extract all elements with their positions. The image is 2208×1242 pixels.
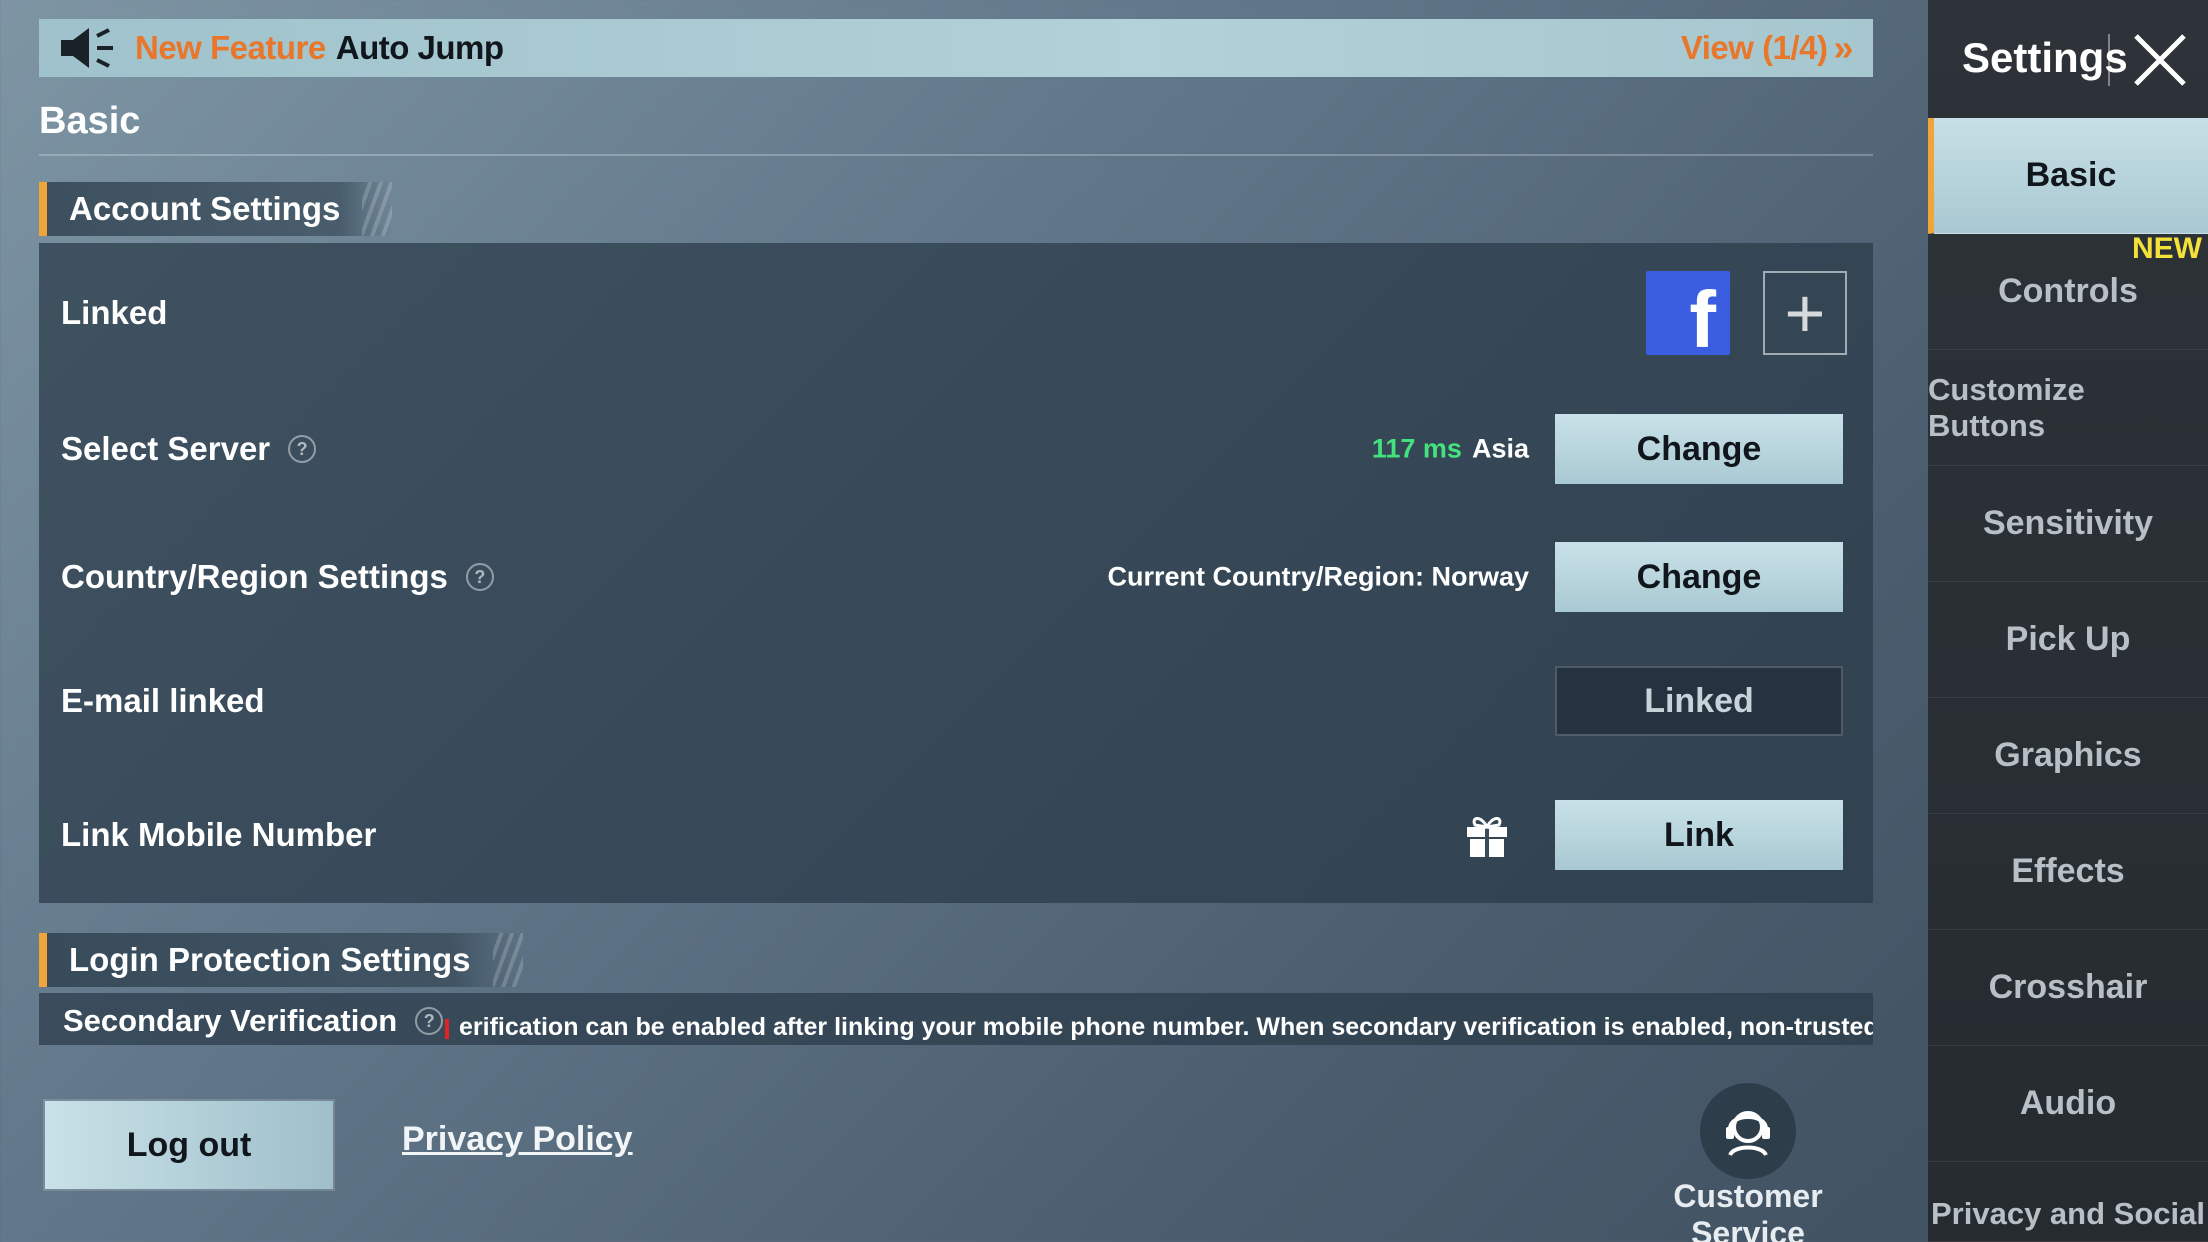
login-protection-header: Login Protection Settings xyxy=(39,933,523,987)
help-icon[interactable]: ? xyxy=(465,563,494,591)
header-slash-decoration xyxy=(492,933,523,987)
link-mobile-button[interactable]: Link xyxy=(1555,800,1843,870)
banner-highlight: New Feature xyxy=(135,29,326,66)
account-settings-panel: Linked f + Select Server ? 117 ms Asia C… xyxy=(39,243,1873,903)
logout-button[interactable]: Log out xyxy=(45,1101,333,1189)
sidebar-item-graphics[interactable]: Graphics xyxy=(1928,698,2208,814)
header-slash-decoration xyxy=(362,182,393,236)
speaker-icon xyxy=(59,26,119,70)
sidebar-title: Settings xyxy=(1962,34,2128,81)
sidebar-item-basic[interactable]: Basic xyxy=(1928,118,2208,234)
select-server-label-text: Select Server xyxy=(61,430,271,467)
add-account-button[interactable]: + xyxy=(1763,271,1847,355)
help-icon[interactable]: ? xyxy=(288,435,317,463)
linked-label: Linked xyxy=(61,294,167,332)
sidebar-header: Settings xyxy=(1928,0,2208,118)
email-linked-label: E-mail linked xyxy=(61,682,265,720)
server-info: 117 ms Asia xyxy=(1372,434,1529,465)
double-chevron-right-icon: » xyxy=(1833,27,1853,68)
sidebar-item-audio[interactable]: Audio xyxy=(1928,1046,2208,1162)
gift-icon[interactable] xyxy=(1463,811,1511,859)
sidebar-item-privacy-social[interactable]: Privacy and Social xyxy=(1928,1162,2208,1242)
plus-icon: + xyxy=(1784,274,1826,352)
row-linked: Linked f + xyxy=(39,261,1873,365)
row-country-region: Country/Region Settings ? Current Countr… xyxy=(39,527,1873,627)
banner-feature: Auto Jump xyxy=(335,29,504,66)
facebook-icon[interactable]: f xyxy=(1646,271,1730,364)
linked-label-text: Linked xyxy=(61,294,168,331)
link-mobile-label: Link Mobile Number xyxy=(61,816,376,854)
sidebar-item-controls[interactable]: Controls xyxy=(1928,234,2208,350)
sidebar-item-effects[interactable]: Effects xyxy=(1928,814,2208,930)
warning-marker xyxy=(445,1019,449,1039)
email-linked-status: Linked xyxy=(1555,666,1843,736)
customer-service-label[interactable]: Customer Service xyxy=(1628,1178,1868,1242)
email-linked-label-text: E-mail linked xyxy=(61,682,265,719)
sidebar-title-divider xyxy=(2108,34,2110,86)
banner-view-link[interactable]: View (1/4) » xyxy=(1680,19,1854,77)
change-country-button[interactable]: Change xyxy=(1555,542,1843,612)
server-region: Asia xyxy=(1471,433,1529,464)
banner-view-label: View (1/4) xyxy=(1680,29,1828,66)
server-ping: 117 ms xyxy=(1371,433,1462,464)
close-icon[interactable] xyxy=(2128,28,2192,92)
change-server-button[interactable]: Change xyxy=(1555,414,1843,484)
sidebar-item-crosshair[interactable]: Crosshair xyxy=(1928,930,2208,1046)
secondary-verification-label: Secondary Verification ? xyxy=(63,1003,444,1039)
title-divider xyxy=(39,154,1873,156)
country-region-label: Country/Region Settings ? xyxy=(61,558,494,596)
help-icon[interactable]: ? xyxy=(415,1007,444,1035)
sidebar-item-sensitivity[interactable]: Sensitivity xyxy=(1928,466,2208,582)
secondary-verification-description: erification can be enabled after linking… xyxy=(459,1013,1873,1041)
facebook-glyph: f xyxy=(1689,275,1716,364)
secondary-verification-label-text: Secondary Verification xyxy=(63,1003,398,1038)
account-settings-title: Account Settings xyxy=(69,190,341,227)
feature-banner[interactable]: New Feature Auto Jump View (1/4) » xyxy=(39,19,1873,77)
row-email-linked: E-mail linked Linked xyxy=(39,651,1873,751)
row-link-mobile: Link Mobile Number Link xyxy=(39,785,1873,885)
sidebar-item-customize-buttons[interactable]: Customize Buttons xyxy=(1928,350,2208,466)
current-country: Current Country/Region: Norway xyxy=(1107,561,1529,592)
row-select-server: Select Server ? 117 ms Asia Change xyxy=(39,399,1873,499)
page-title: Basic xyxy=(39,100,141,142)
settings-sidebar: Settings Basic NEW Controls Customize Bu… xyxy=(1928,0,2208,1242)
select-server-label: Select Server ? xyxy=(61,430,317,468)
customer-service-icon[interactable] xyxy=(1700,1083,1796,1179)
login-protection-title: Login Protection Settings xyxy=(69,941,471,978)
login-protection-panel: Secondary Verification ? erification can… xyxy=(39,993,1873,1045)
country-region-label-text: Country/Region Settings xyxy=(61,558,448,595)
link-mobile-label-text: Link Mobile Number xyxy=(61,816,377,853)
privacy-policy-link[interactable]: Privacy Policy xyxy=(402,1120,633,1159)
sidebar-item-pick-up[interactable]: Pick Up xyxy=(1928,582,2208,698)
account-settings-header: Account Settings xyxy=(39,182,393,236)
